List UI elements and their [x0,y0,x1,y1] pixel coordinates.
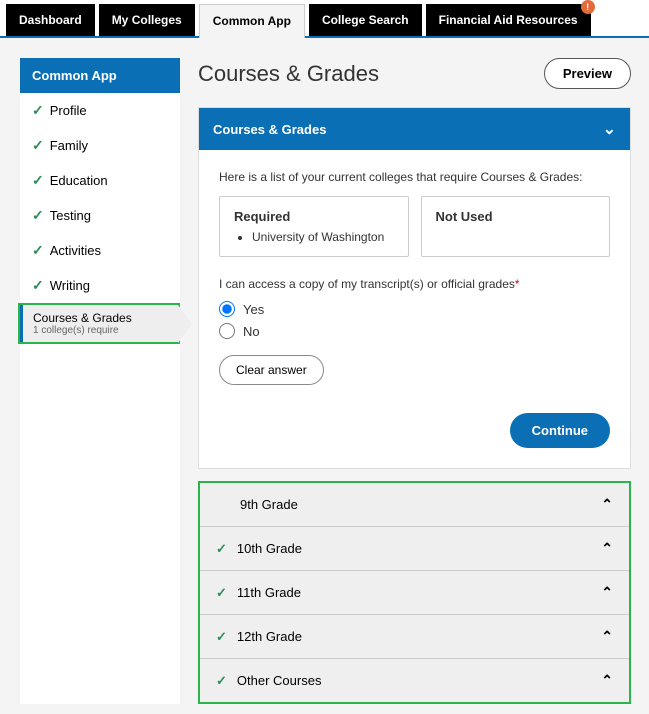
check-icon: ✓ [216,629,227,645]
continue-button[interactable]: Continue [510,413,610,448]
sidebar-item-label: Writing [50,278,90,293]
required-box: Required University of Washington [219,196,409,257]
intro-text: Here is a list of your current colleges … [219,170,610,184]
sidebar-active-subtext: 1 college(s) require [33,325,170,336]
check-icon: ✓ [32,102,44,119]
check-icon: ✓ [216,541,227,557]
radio-no-label: No [243,324,260,339]
grade-label: Other Courses [237,673,322,688]
chevron-up-icon: ⌃ [601,584,613,601]
required-asterisk: * [515,277,520,291]
preview-button[interactable]: Preview [544,58,631,89]
sidebar-item-label: Testing [50,208,91,223]
radio-yes-input[interactable] [219,301,235,317]
alert-badge-icon: ! [581,0,595,14]
grade-sections: 9th Grade ⌃ ✓ 10th Grade ⌃ ✓ 11th Grade ⌃ ✓ 12th … [198,481,631,704]
sidebar-item-label: Family [50,138,88,153]
radio-yes[interactable]: Yes [219,301,610,317]
grade-label: 12th Grade [237,629,302,644]
tab-dashboard[interactable]: Dashboard [6,4,95,36]
required-college: University of Washington [252,230,394,244]
courses-panel: Courses & Grades ⌄ Here is a list of you… [198,107,631,469]
sidebar-active-highlight: Courses & Grades 1 college(s) require [18,303,180,344]
grade-section-9th-grade[interactable]: 9th Grade ⌃ [200,483,629,526]
clear-answer-button[interactable]: Clear answer [219,355,324,385]
grade-section-10th-grade[interactable]: ✓ 10th Grade ⌃ [200,526,629,570]
check-icon: ✓ [32,277,44,294]
check-icon: ✓ [216,585,227,601]
sidebar-item-label: Activities [50,243,101,258]
top-nav: DashboardMy CollegesCommon AppCollege Se… [0,0,649,38]
required-label: Required [234,209,394,224]
sidebar-item-courses-grades[interactable]: Courses & Grades 1 college(s) require [20,305,178,342]
sidebar-title: Common App [20,58,180,93]
check-icon: ✓ [216,673,227,689]
sidebar-item-activities[interactable]: ✓ Activities [20,233,180,268]
check-icon: ✓ [32,207,44,224]
tab-financial-aid-resources[interactable]: Financial Aid Resources! [426,4,591,36]
grade-label: 9th Grade [240,497,298,512]
tab-common-app[interactable]: Common App [199,4,305,38]
grade-section-12th-grade[interactable]: ✓ 12th Grade ⌃ [200,614,629,658]
required-list: University of Washington [234,230,394,244]
transcript-question: I can access a copy of my transcript(s) … [219,277,610,291]
check-icon: ✓ [32,242,44,259]
sidebar-active-label: Courses & Grades [33,311,170,325]
sidebar-item-label: Education [50,173,108,188]
grade-section-other-courses[interactable]: ✓ Other Courses ⌃ [200,658,629,702]
check-icon: ✓ [32,172,44,189]
chevron-up-icon: ⌃ [601,496,613,513]
sidebar-item-writing[interactable]: ✓ Writing [20,268,180,303]
tab-my-colleges[interactable]: My Colleges [99,4,195,36]
arrow-right-icon [178,305,192,343]
sidebar-item-profile[interactable]: ✓ Profile [20,93,180,128]
panel-header[interactable]: Courses & Grades ⌄ [199,108,630,150]
page-title: Courses & Grades [198,61,379,87]
radio-no[interactable]: No [219,323,610,339]
sidebar-item-education[interactable]: ✓ Education [20,163,180,198]
chevron-down-icon: ⌄ [603,119,616,139]
sidebar-item-family[interactable]: ✓ Family [20,128,180,163]
sidebar-item-label: Profile [50,103,87,118]
radio-yes-label: Yes [243,302,264,317]
grade-label: 11th Grade [237,585,301,600]
grade-section-11th-grade[interactable]: ✓ 11th Grade ⌃ [200,570,629,614]
chevron-up-icon: ⌃ [601,540,613,557]
main-content: Courses & Grades Preview Courses & Grade… [198,58,631,704]
chevron-up-icon: ⌃ [601,628,613,645]
sidebar: Common App ✓ Profile ✓ Family ✓ Education ✓ Tes… [20,58,180,704]
radio-no-input[interactable] [219,323,235,339]
not-used-label: Not Used [436,209,596,224]
tab-college-search[interactable]: College Search [309,4,422,36]
check-icon: ✓ [32,137,44,154]
grade-label: 10th Grade [237,541,302,556]
sidebar-item-testing[interactable]: ✓ Testing [20,198,180,233]
panel-header-label: Courses & Grades [213,122,326,137]
chevron-up-icon: ⌃ [601,672,613,689]
not-used-box: Not Used [421,196,611,257]
